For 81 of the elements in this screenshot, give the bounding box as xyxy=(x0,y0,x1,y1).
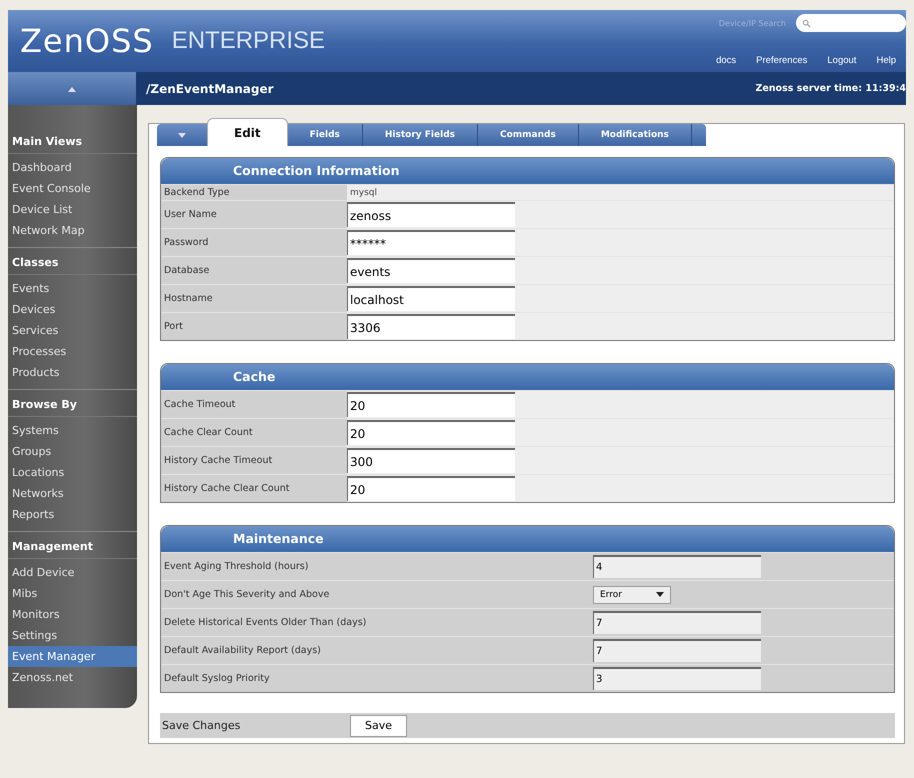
header-link[interactable]: Preferences xyxy=(746,55,818,66)
input-field[interactable]: 3306 xyxy=(347,314,515,339)
product-name: ENTERPRISE xyxy=(172,27,326,55)
sidebar-item[interactable]: Monitors xyxy=(8,604,137,625)
section-header: Connection Information xyxy=(161,158,894,184)
input-field[interactable]: 7 xyxy=(593,639,761,662)
field-value: mysql xyxy=(349,188,377,198)
search-label: Device/IP Search xyxy=(718,18,786,28)
input-field[interactable]: 300 xyxy=(347,448,515,473)
input-field[interactable]: zenoss xyxy=(347,202,515,227)
sidebar-item[interactable]: Settings xyxy=(8,625,137,646)
sidebar-item[interactable]: Locations xyxy=(8,462,137,483)
save-label: Save Changes xyxy=(161,719,242,732)
severity-dropdown[interactable]: Error xyxy=(593,586,671,604)
server-time: Zenoss server time: 11:39:4 xyxy=(755,83,906,94)
caret-down-icon xyxy=(178,132,186,138)
input-field[interactable]: events xyxy=(347,258,515,283)
field-label: Default Availability Report (days) xyxy=(161,637,593,664)
logo: ZenOSS xyxy=(20,22,154,60)
sidebar-item[interactable]: Systems xyxy=(8,420,137,441)
field-label: Don't Age This Severity and Above xyxy=(161,581,593,608)
sidebar-heading: Management xyxy=(8,538,137,559)
sidebar-item[interactable]: Zenoss.net xyxy=(8,667,137,688)
sidebar-item[interactable]: Event Console xyxy=(8,178,137,199)
input-field[interactable]: 7 xyxy=(593,611,761,634)
sidebar-item[interactable]: Events xyxy=(8,278,137,299)
field-label: Default Syslog Priority xyxy=(161,665,593,692)
sidebar-item[interactable]: Reports xyxy=(8,504,137,525)
collapse-button[interactable] xyxy=(8,72,136,105)
tab[interactable]: Edit xyxy=(207,118,288,146)
input-field[interactable]: 3 xyxy=(593,667,761,690)
sidebar-item[interactable]: Products xyxy=(8,362,137,383)
section-header: Maintenance xyxy=(161,526,894,552)
field-label: Port xyxy=(161,313,347,340)
field-label: Cache Timeout xyxy=(161,391,347,418)
field-label: History Cache Clear Count xyxy=(161,475,347,502)
header-link[interactable]: docs xyxy=(706,55,746,66)
input-field[interactable]: 4 xyxy=(593,555,761,578)
sidebar-item[interactable]: Devices xyxy=(8,299,137,320)
input-field[interactable]: ****** xyxy=(347,230,515,255)
field-label: User Name xyxy=(161,201,347,228)
sidebar-item[interactable]: Device List xyxy=(8,199,137,220)
sidebar-item[interactable]: Services xyxy=(8,320,137,341)
field-label: Delete Historical Events Older Than (days) xyxy=(161,609,593,636)
field-label: Database xyxy=(161,257,347,284)
field-label: Cache Clear Count xyxy=(161,419,347,446)
sidebar-item[interactable]: Network Map xyxy=(8,220,137,241)
caret-up-icon xyxy=(68,86,76,92)
header-link[interactable]: Logout xyxy=(817,55,866,66)
input-field[interactable]: 20 xyxy=(347,392,515,417)
field-label: Hostname xyxy=(161,285,347,312)
input-field[interactable]: localhost xyxy=(347,286,515,311)
search-icon xyxy=(802,18,811,28)
tab-menu-button[interactable] xyxy=(157,124,207,146)
sidebar-item[interactable]: Networks xyxy=(8,483,137,504)
tab[interactable]: Fields xyxy=(288,124,363,146)
field-label: History Cache Timeout xyxy=(161,447,347,474)
sidebar-item[interactable]: Processes xyxy=(8,341,137,362)
sidebar-item[interactable]: Dashboard xyxy=(8,157,137,178)
input-field[interactable]: 20 xyxy=(347,420,515,445)
sidebar-item[interactable]: Mibs xyxy=(8,583,137,604)
input-field[interactable]: 20 xyxy=(347,476,515,501)
field-label: Event Aging Threshold (hours) xyxy=(161,553,593,580)
field-label: Backend Type xyxy=(161,185,347,200)
search-field[interactable] xyxy=(796,14,906,32)
tab[interactable]: Commands xyxy=(478,124,579,146)
page-path: /ZenEventManager xyxy=(146,82,274,96)
header-link[interactable]: Help xyxy=(866,55,906,66)
sidebar-heading: Browse By xyxy=(8,396,137,417)
sidebar-heading: Classes xyxy=(8,254,137,275)
tab-strip-end xyxy=(692,124,706,146)
sidebar-item[interactable]: Add Device xyxy=(8,562,137,583)
tab[interactable]: History Fields xyxy=(362,124,478,146)
sidebar-item[interactable]: Event Manager xyxy=(8,646,137,667)
sidebar-item[interactable]: Groups xyxy=(8,441,137,462)
field-label: Password xyxy=(161,229,347,256)
save-button[interactable]: Save xyxy=(350,714,408,736)
section-header: Cache xyxy=(161,364,894,390)
caret-down-icon xyxy=(656,592,664,597)
tab[interactable]: Modifications xyxy=(578,124,692,146)
sidebar-heading: Main Views xyxy=(8,133,137,154)
